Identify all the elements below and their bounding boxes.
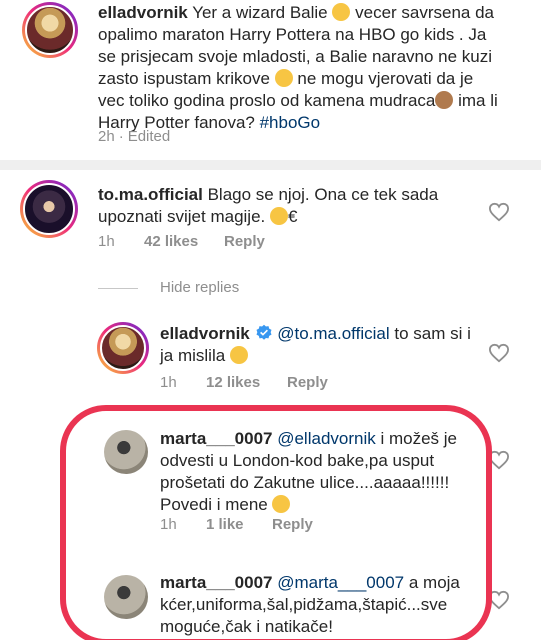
comment-time: 1h — [160, 374, 177, 391]
comment-username[interactable]: elladvornik — [98, 3, 188, 22]
mention-link[interactable]: @to.ma.official — [277, 324, 389, 343]
verified-badge-icon — [256, 324, 271, 340]
avatar[interactable] — [20, 180, 78, 238]
comment-meta: 2h · Edited — [98, 128, 170, 145]
comment-time: 2h — [98, 128, 115, 145]
reply-button[interactable]: Reply — [287, 374, 328, 391]
grin-emoji-icon — [332, 3, 351, 21]
hide-replies-line — [98, 288, 138, 289]
avatar[interactable] — [97, 322, 149, 374]
comment-meta: 1h 12 likes Reply — [160, 374, 328, 391]
reply-button[interactable]: Reply — [224, 233, 265, 250]
likes-count[interactable]: 12 likes — [206, 374, 287, 391]
comment-meta: 1h 42 likes Reply — [98, 233, 265, 250]
grin-emoji-icon — [229, 346, 248, 364]
monkey-emoji-icon — [435, 91, 454, 109]
edited-label: Edited — [127, 128, 171, 145]
comment-text: elladvornik Yer a wizard Balie vecer sav… — [98, 3, 498, 132]
comment-username[interactable]: to.ma.official — [98, 185, 203, 204]
comment-text: to.ma.official Blago se njoj. Ona ce tek… — [98, 185, 439, 226]
likes-count[interactable]: 42 likes — [144, 233, 224, 250]
comment-username[interactable]: elladvornik — [160, 324, 250, 343]
comment-text: elladvornik @to.ma.official to sam si i … — [160, 324, 471, 365]
comment-time: 1h — [98, 233, 115, 250]
surprised-emoji-icon — [270, 207, 288, 225]
hashtag-link[interactable]: #hboGo — [260, 113, 321, 132]
section-divider — [0, 160, 541, 170]
heart-icon[interactable] — [488, 202, 510, 222]
hide-replies-button[interactable]: Hide replies — [160, 279, 239, 296]
avatar[interactable] — [22, 2, 78, 58]
meta-separator: · — [118, 128, 124, 145]
highlight-annotation — [60, 405, 492, 640]
grin-emoji-icon — [274, 69, 293, 87]
heart-icon[interactable] — [488, 343, 510, 363]
